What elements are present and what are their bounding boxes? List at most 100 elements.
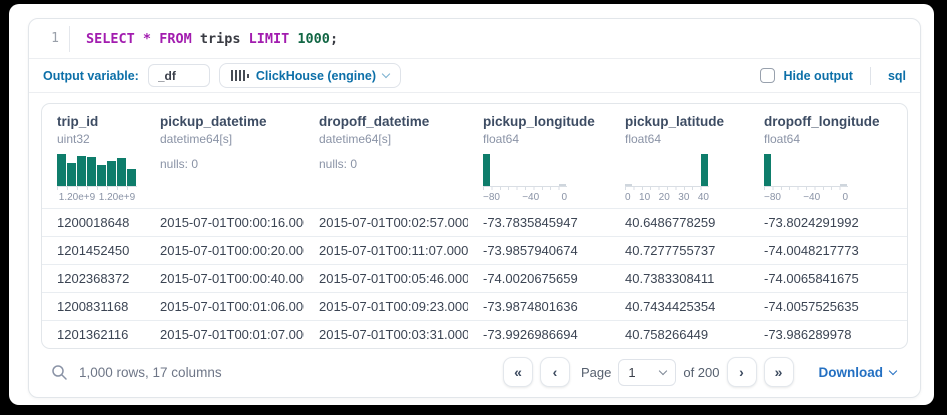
column-name[interactable]: pickup_latitude bbox=[625, 114, 749, 129]
column-header: trip_iduint321.20e+91.20e+9 bbox=[42, 104, 145, 208]
histogram-axis-ticks bbox=[625, 186, 709, 190]
column-histogram: −80−400 bbox=[764, 154, 848, 203]
table-cell[interactable]: -73.8024291992 bbox=[749, 215, 908, 230]
column-name[interactable]: pickup_longitude bbox=[483, 114, 610, 129]
line-number: 1 bbox=[29, 31, 69, 46]
table-cell[interactable]: 2015-07-01T00:01:07.000 bbox=[145, 327, 304, 342]
histogram-bar bbox=[764, 154, 771, 186]
histogram-bars bbox=[57, 154, 137, 186]
histogram-bar-slot bbox=[87, 154, 97, 186]
table-cell[interactable]: 2015-07-01T00:09:23.000 bbox=[304, 299, 468, 314]
hide-output-checkbox[interactable] bbox=[760, 68, 775, 83]
table-cell[interactable]: -74.0057525635 bbox=[749, 299, 908, 314]
table-cell[interactable]: 40.6486778259 bbox=[610, 215, 749, 230]
histogram-axis-labels: −80−400 bbox=[483, 192, 567, 203]
first-page-button[interactable]: « bbox=[503, 357, 533, 387]
table-cell[interactable]: 2015-07-01T00:00:16.000 bbox=[145, 215, 304, 230]
code-token: 1000 bbox=[297, 31, 330, 47]
toolbar-divider bbox=[870, 67, 871, 85]
table-cell[interactable]: 40.7434425354 bbox=[610, 299, 749, 314]
code-line[interactable]: SELECT * FROM trips LIMIT 1000; bbox=[70, 31, 338, 47]
column-name[interactable]: pickup_datetime bbox=[160, 114, 304, 129]
table-cell[interactable]: -73.7835845947 bbox=[468, 215, 610, 230]
table-cell[interactable]: 2015-07-01T00:03:31.000 bbox=[304, 327, 468, 342]
cell-toolbar: Output variable: ClickHouse (engine) Hid… bbox=[29, 59, 920, 93]
table-cell[interactable]: 2015-07-01T00:00:20.000 bbox=[145, 243, 304, 258]
histogram-bars bbox=[764, 154, 848, 186]
histogram-bar-slot bbox=[533, 154, 541, 186]
hide-output-label[interactable]: Hide output bbox=[784, 69, 853, 83]
language-badge[interactable]: sql bbox=[888, 69, 906, 83]
table-cell[interactable]: 1200018648 bbox=[42, 215, 145, 230]
column-name[interactable]: dropoff_longitude bbox=[764, 114, 908, 129]
table-cell[interactable]: 2015-07-01T00:01:06.000 bbox=[145, 299, 304, 314]
table-cell[interactable]: 2015-07-01T00:02:57.000 bbox=[304, 215, 468, 230]
page-number-value: 1 bbox=[628, 365, 635, 380]
cell-output: trip_iduint321.20e+91.20e+9pickup_dateti… bbox=[29, 93, 920, 397]
code-token: ; bbox=[330, 31, 338, 47]
histogram-bar-slot bbox=[789, 154, 797, 186]
histogram-bar-slot bbox=[633, 154, 641, 186]
table-cell[interactable]: 1201452450 bbox=[42, 243, 145, 258]
table-row: 12000186482015-07-01T00:00:16.0002015-07… bbox=[42, 208, 907, 236]
axis-tick-label: 20 bbox=[659, 192, 670, 203]
next-page-button[interactable]: › bbox=[727, 357, 757, 387]
code-editor[interactable]: 1 SELECT * FROM trips LIMIT 1000; bbox=[29, 19, 920, 59]
table-cell[interactable]: 40.7277755737 bbox=[610, 243, 749, 258]
chevron-down-icon bbox=[659, 366, 667, 374]
histogram-bar-slot bbox=[831, 154, 839, 186]
histogram-bar bbox=[57, 154, 66, 186]
table-cell[interactable]: -73.9857940674 bbox=[468, 243, 610, 258]
histogram-bar-slot bbox=[692, 154, 700, 186]
download-button[interactable]: Download bbox=[819, 365, 897, 380]
table-cell[interactable]: 1202368372 bbox=[42, 271, 145, 286]
table-cell[interactable]: 40.758266449 bbox=[610, 327, 749, 342]
histogram-bar bbox=[559, 184, 566, 186]
histogram-bar bbox=[625, 184, 632, 186]
last-page-button[interactable]: » bbox=[764, 357, 794, 387]
magnifier-icon[interactable] bbox=[51, 364, 68, 381]
axis-tick-label: −80 bbox=[483, 192, 500, 203]
column-name[interactable]: trip_id bbox=[57, 114, 145, 129]
histogram-bar-slot bbox=[525, 154, 533, 186]
table-cell[interactable]: -73.986289978 bbox=[749, 327, 908, 342]
table-cell[interactable]: -74.0065841675 bbox=[749, 271, 908, 286]
code-token: FROM bbox=[159, 31, 192, 47]
histogram-bar bbox=[77, 156, 86, 186]
histogram-bar-slot bbox=[701, 154, 709, 186]
histogram-bars bbox=[483, 154, 567, 186]
histogram-bar-slot bbox=[550, 154, 558, 186]
prev-page-button[interactable]: ‹ bbox=[540, 357, 570, 387]
table-cell[interactable]: -73.9874801636 bbox=[468, 299, 610, 314]
histogram-bar bbox=[701, 154, 708, 186]
chevron-down-icon bbox=[889, 366, 897, 374]
code-token: LIMIT bbox=[249, 31, 290, 47]
histogram-bar-slot bbox=[806, 154, 814, 186]
histogram-bar-slot bbox=[684, 154, 692, 186]
histogram-bar-slot bbox=[814, 154, 822, 186]
output-variable-label: Output variable: bbox=[43, 69, 139, 83]
table-cell[interactable]: -73.9926986694 bbox=[468, 327, 610, 342]
table-cell[interactable]: -74.0048217773 bbox=[749, 243, 908, 258]
table-cell[interactable]: 2015-07-01T00:05:46.000 bbox=[304, 271, 468, 286]
histogram-bar-slot bbox=[107, 154, 117, 186]
output-variable-input[interactable] bbox=[148, 64, 210, 87]
histogram-bar-slot bbox=[667, 154, 675, 186]
table-cell[interactable]: 2015-07-01T00:11:07.000 bbox=[304, 243, 468, 258]
axis-tick-label: 10 bbox=[639, 192, 650, 203]
column-type: float64 bbox=[625, 132, 749, 146]
table-cell[interactable]: 1200831168 bbox=[42, 299, 145, 314]
row-count-summary: 1,000 rows, 17 columns bbox=[79, 365, 222, 380]
column-header: pickup_datetimedatetime64[s]nulls: 0 bbox=[145, 104, 304, 208]
table-cell[interactable]: -74.0020675659 bbox=[468, 271, 610, 286]
histogram-bar-slot bbox=[559, 154, 567, 186]
table-cell[interactable]: 1201362116 bbox=[42, 327, 145, 342]
table-cell[interactable]: 2015-07-01T00:00:40.000 bbox=[145, 271, 304, 286]
histogram-bar-slot bbox=[97, 154, 107, 186]
engine-select-button[interactable]: ClickHouse (engine) bbox=[219, 63, 401, 88]
axis-tick-label: 30 bbox=[678, 192, 689, 203]
column-name[interactable]: dropoff_datetime bbox=[319, 114, 468, 129]
page-number-select[interactable]: 1 bbox=[618, 359, 676, 386]
table-cell[interactable]: 40.7383308411 bbox=[610, 271, 749, 286]
column-header: dropoff_longitudefloat64−80−400 bbox=[749, 104, 908, 208]
